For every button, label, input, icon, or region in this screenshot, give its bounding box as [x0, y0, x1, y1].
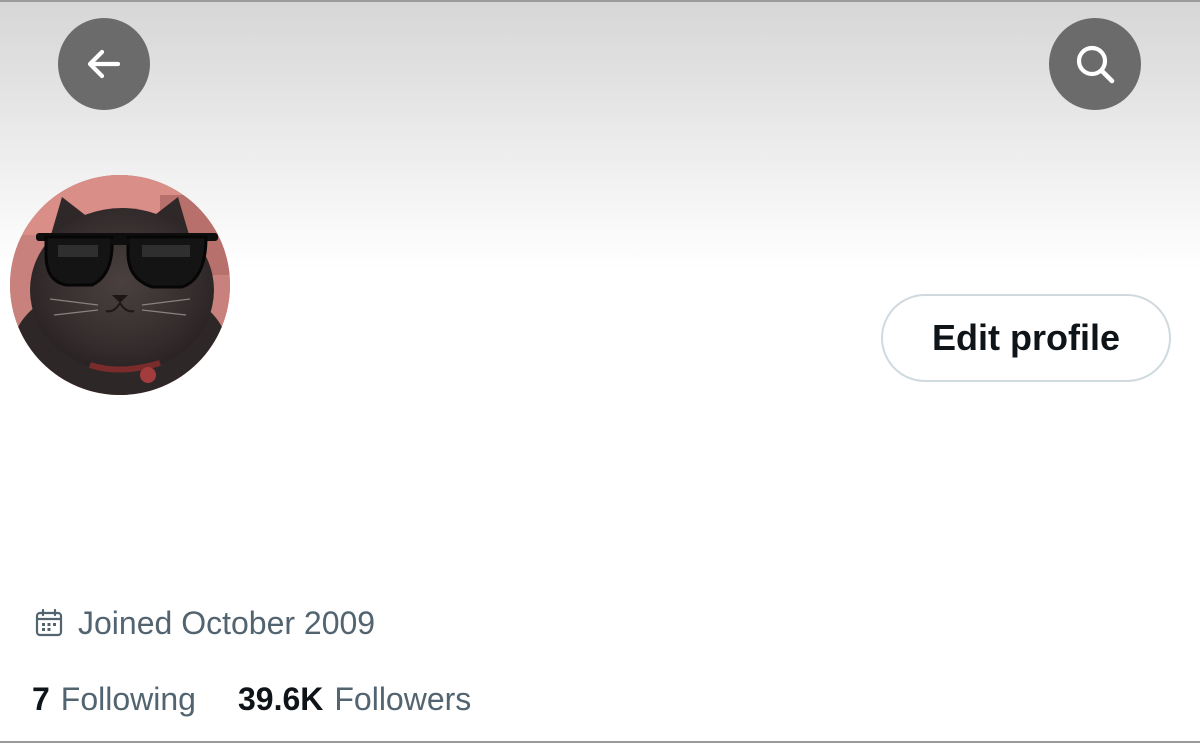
profile-page: Edit profile Joined October 2009 7 Follo…: [0, 0, 1200, 743]
cat-with-sunglasses-avatar: [10, 175, 230, 395]
followers-count: 39.6K: [237, 680, 324, 717]
followers-label: Followers: [334, 680, 472, 717]
search-icon: [1076, 45, 1115, 84]
following-count: 7: [32, 680, 50, 717]
joined-date-row: Joined October 2009: [34, 600, 375, 646]
calendar-icon: [34, 608, 64, 638]
top-divider: [0, 0, 1200, 2]
following-label: Following: [60, 680, 196, 717]
arrow-left-icon: [87, 49, 121, 79]
follow-stats: 7 Following 39.6K Followers: [32, 676, 471, 722]
followers-link[interactable]: 39.6K Followers: [238, 681, 471, 718]
avatar[interactable]: [10, 175, 230, 395]
edit-profile-button[interactable]: Edit profile: [881, 294, 1171, 382]
search-button[interactable]: [1049, 18, 1141, 110]
joined-date-text: Joined October 2009: [78, 604, 376, 641]
back-button[interactable]: [58, 18, 150, 110]
following-link[interactable]: 7 Following: [32, 681, 196, 718]
